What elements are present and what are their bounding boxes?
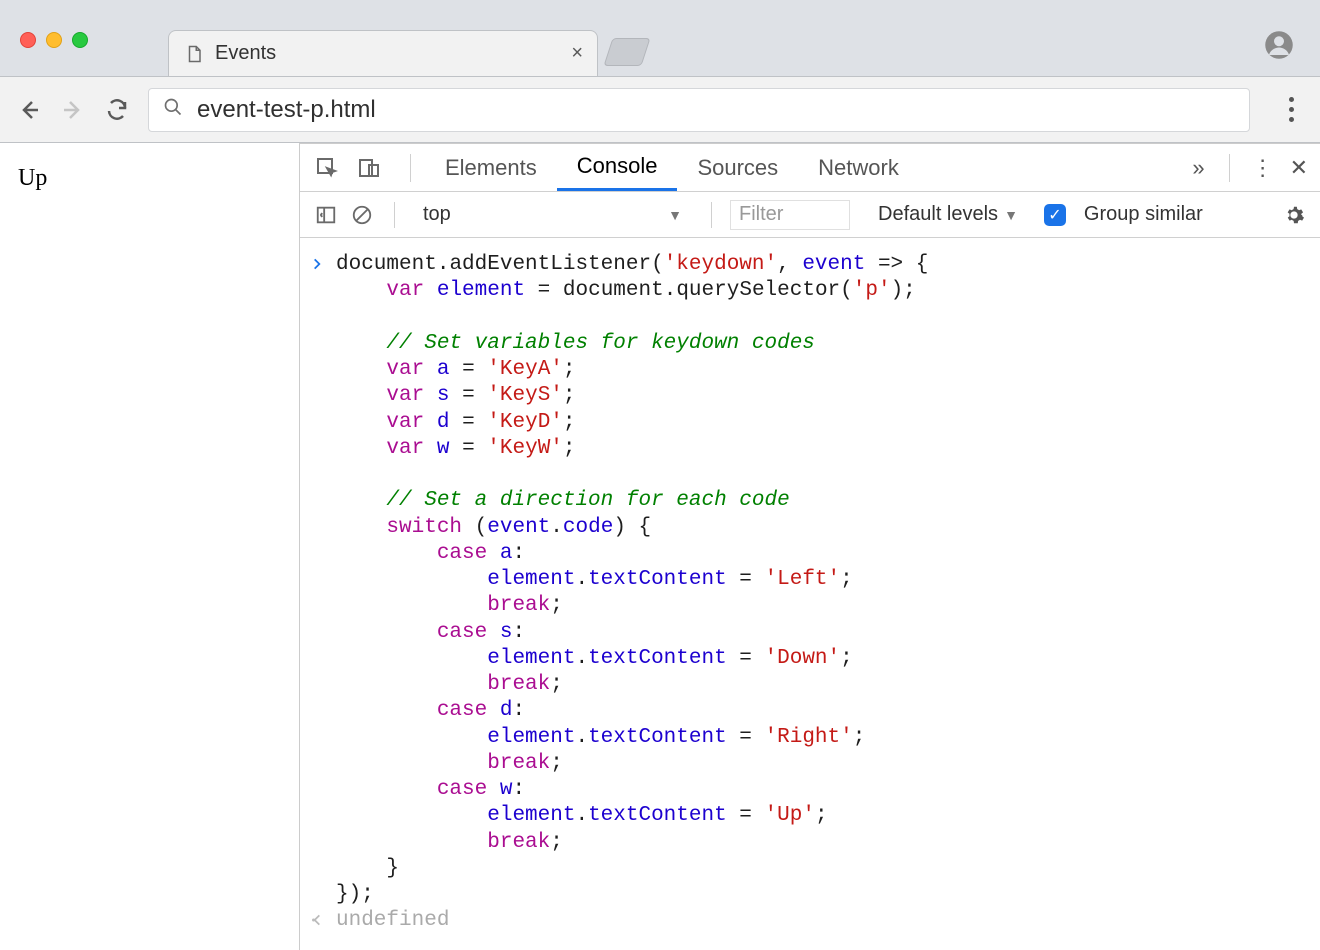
- clear-console-icon[interactable]: [348, 201, 376, 229]
- page-content: Up: [0, 143, 300, 950]
- log-levels-selector[interactable]: Default levels ▼: [878, 203, 1018, 226]
- context-selector[interactable]: top ▼: [413, 199, 693, 231]
- devtools-menu-icon[interactable]: ⋮: [1252, 155, 1274, 181]
- context-value: top: [423, 203, 451, 226]
- tab-elements[interactable]: Elements: [425, 144, 557, 191]
- separator: [410, 154, 411, 182]
- console-sidebar-toggle-icon[interactable]: [312, 201, 340, 229]
- console-settings-icon[interactable]: [1280, 201, 1308, 229]
- filter-placeholder: Filter: [739, 203, 783, 226]
- separator: [1229, 154, 1230, 182]
- window-minimize-button[interactable]: [46, 32, 62, 48]
- tab-close-button[interactable]: ×: [571, 42, 583, 65]
- search-icon: [163, 96, 183, 124]
- browser-menu-button[interactable]: [1278, 97, 1304, 122]
- window-maximize-button[interactable]: [72, 32, 88, 48]
- window-controls: [20, 32, 88, 48]
- reload-button[interactable]: [104, 97, 130, 123]
- tab-network[interactable]: Network: [798, 144, 919, 191]
- separator: [394, 202, 395, 228]
- result-icon: [310, 908, 336, 936]
- url-text: event-test-p.html: [197, 96, 376, 124]
- group-similar-label: Group similar: [1084, 203, 1203, 226]
- window-close-button[interactable]: [20, 32, 36, 48]
- inspect-element-icon[interactable]: [312, 153, 342, 183]
- console-result: undefined: [336, 908, 449, 936]
- forward-button[interactable]: [60, 97, 86, 123]
- device-toolbar-icon[interactable]: [354, 153, 384, 183]
- console-output: document.addEventListener('keydown', eve…: [300, 238, 1320, 950]
- browser-chrome: Events × event-test-p.html: [0, 0, 1320, 143]
- console-input-row[interactable]: document.addEventListener('keydown', eve…: [300, 252, 1320, 908]
- viewport: Up Elements Console Sources Network » ⋮ …: [0, 143, 1320, 950]
- chevron-down-icon: ▼: [1004, 207, 1018, 223]
- back-button[interactable]: [16, 97, 42, 123]
- chevron-down-icon: ▼: [668, 207, 682, 223]
- separator: [711, 202, 712, 228]
- toolbar: event-test-p.html: [0, 76, 1320, 142]
- console-code: document.addEventListener('keydown', eve…: [336, 252, 928, 908]
- profile-icon[interactable]: [1264, 30, 1294, 65]
- page-paragraph: Up: [18, 165, 281, 192]
- browser-tab[interactable]: Events ×: [168, 30, 598, 76]
- devtools-close-button[interactable]: ✕: [1290, 155, 1308, 181]
- devtools-tabstrip: Elements Console Sources Network » ⋮ ✕: [300, 144, 1320, 192]
- console-result-row: undefined: [300, 908, 1320, 936]
- tab-strip: Events ×: [0, 0, 1320, 76]
- file-icon: [185, 43, 203, 65]
- levels-label: Default levels: [878, 203, 998, 226]
- devtools-panel: Elements Console Sources Network » ⋮ ✕ t…: [300, 143, 1320, 950]
- new-tab-button[interactable]: [603, 38, 650, 66]
- group-similar-checkbox[interactable]: ✓: [1044, 204, 1066, 226]
- prompt-icon: [310, 252, 336, 908]
- address-bar[interactable]: event-test-p.html: [148, 88, 1250, 132]
- console-toolbar: top ▼ Filter Default levels ▼ ✓ Group si…: [300, 192, 1320, 238]
- tab-sources[interactable]: Sources: [677, 144, 798, 191]
- tab-title: Events: [215, 42, 571, 65]
- tabs-overflow-icon[interactable]: »: [1182, 155, 1214, 181]
- tab-console[interactable]: Console: [557, 144, 678, 191]
- filter-input[interactable]: Filter: [730, 200, 850, 230]
